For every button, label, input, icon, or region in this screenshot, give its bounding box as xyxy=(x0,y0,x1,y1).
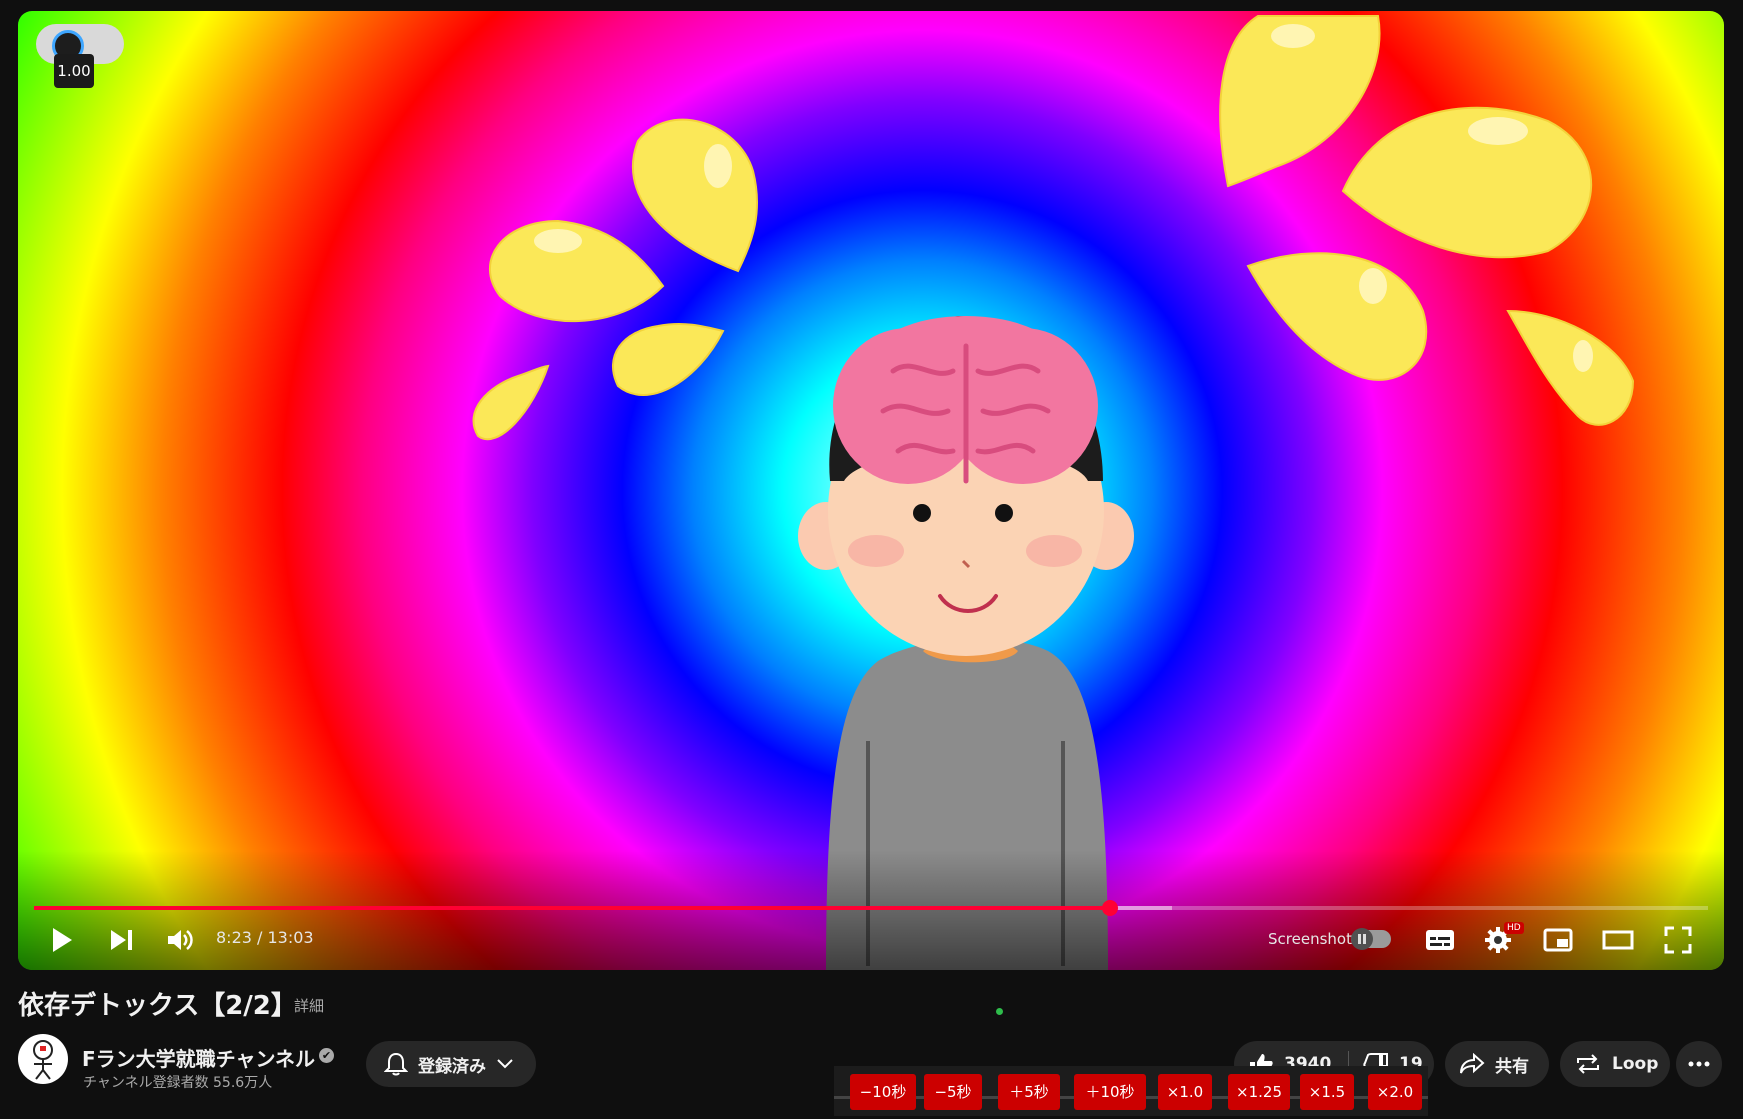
playback-speed-value: 1.00 xyxy=(54,54,94,88)
play-icon xyxy=(53,928,72,952)
volume-button[interactable] xyxy=(160,920,200,960)
seek-forward-5-button[interactable]: ＋5秒 xyxy=(998,1074,1060,1110)
speed-1-0-button[interactable]: ×1.0 xyxy=(1158,1074,1212,1110)
loop-button[interactable]: Loop xyxy=(1560,1041,1670,1087)
progress-played xyxy=(34,906,1111,910)
channel-avatar[interactable] xyxy=(18,1034,68,1084)
chevron-down-icon xyxy=(497,1059,513,1069)
miniplayer-icon xyxy=(1543,928,1573,952)
seek-back-5-button[interactable]: −5秒 xyxy=(924,1074,982,1110)
speed-indicator-toggle[interactable]: 1.00 xyxy=(36,24,124,88)
subscribe-label: 登録済み xyxy=(418,1056,486,1077)
bell-icon xyxy=(384,1052,408,1076)
volume-icon xyxy=(168,930,193,950)
details-link[interactable]: 詳細 xyxy=(294,995,324,1016)
skip-next-icon xyxy=(111,930,132,950)
loop-icon xyxy=(1577,1054,1599,1074)
share-button[interactable]: 共有 xyxy=(1445,1041,1549,1087)
speed-2-0-button[interactable]: ×2.0 xyxy=(1368,1074,1422,1110)
share-icon xyxy=(1460,1053,1485,1074)
subtitles-button[interactable] xyxy=(1420,920,1460,960)
miniplayer-button[interactable] xyxy=(1538,920,1578,960)
avatar-stick-figure-icon xyxy=(33,1040,53,1080)
video-player[interactable]: 1.00 xyxy=(18,11,1724,970)
more-actions-button[interactable] xyxy=(1676,1041,1722,1087)
theater-mode-icon xyxy=(1602,930,1634,950)
hd-badge: HD xyxy=(1504,922,1524,934)
loop-label: Loop xyxy=(1612,1054,1659,1074)
more-horizontal-icon xyxy=(1688,1061,1710,1067)
status-dot xyxy=(996,1008,1003,1015)
subtitles-icon xyxy=(1426,930,1454,950)
verified-icon: ✔ xyxy=(319,1048,334,1063)
fullscreen-icon xyxy=(1664,926,1692,954)
seek-back-10-button[interactable]: −10秒 xyxy=(850,1074,916,1110)
subscriber-count: チャンネル登録者数 55.6万人 xyxy=(83,1075,273,1091)
play-button[interactable] xyxy=(44,920,80,960)
video-frame-illustration xyxy=(472,15,1635,970)
next-button[interactable] xyxy=(104,920,140,960)
screenshot-toggle[interactable] xyxy=(1351,928,1391,950)
speed-1-5-button[interactable]: ×1.5 xyxy=(1300,1074,1354,1110)
controls-gradient xyxy=(18,850,1724,970)
time-display: 8:23 / 13:03 xyxy=(216,928,314,947)
subscribe-button[interactable]: 登録済み xyxy=(366,1041,536,1087)
share-label: 共有 xyxy=(1495,1056,1529,1077)
video-title: 依存デトックス【2/2】 xyxy=(18,991,297,1021)
seek-forward-10-button[interactable]: ＋10秒 xyxy=(1074,1074,1146,1110)
speed-1-25-button[interactable]: ×1.25 xyxy=(1228,1074,1290,1110)
progress-bar[interactable] xyxy=(34,900,1708,916)
fullscreen-button[interactable] xyxy=(1658,920,1698,960)
seek-speed-toolbar: −10秒 −5秒 ＋5秒 ＋10秒 ×1.0 ×1.25 ×1.5 ×2.0 xyxy=(834,1066,1428,1116)
pause-icon xyxy=(1351,928,1373,950)
screenshot-label: Screenshot xyxy=(1268,930,1352,948)
channel-name[interactable]: Fラン大学就職チャンネル xyxy=(82,1043,315,1072)
theater-mode-button[interactable] xyxy=(1598,920,1638,960)
